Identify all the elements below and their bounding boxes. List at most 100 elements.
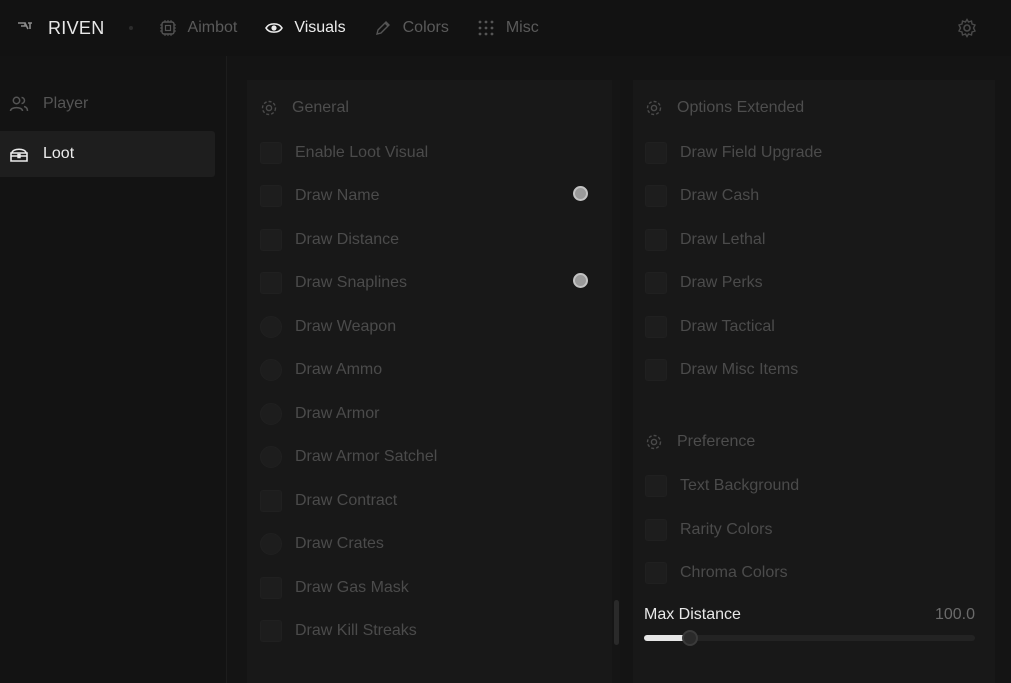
option-label: Draw Name [295, 187, 380, 204]
option-label: Draw Lethal [680, 231, 766, 248]
option-label: Draw Tactical [680, 318, 775, 335]
option-label: Chroma Colors [680, 564, 788, 581]
gear-icon [646, 100, 662, 116]
option-label: Draw Distance [295, 231, 400, 248]
option-label: Draw Ammo [295, 361, 383, 378]
slider-thumb[interactable] [682, 630, 698, 646]
option-draw-perks[interactable]: Draw Perks [645, 271, 763, 295]
option-label: Text Background [680, 477, 800, 494]
checkbox[interactable] [260, 490, 282, 512]
option-label: Draw Armor Satchel [295, 448, 438, 465]
section-options-extended-header: Options Extended [645, 99, 804, 117]
app-window: RIVEN Aimbot Visuals Colors Misc Player … [0, 0, 1011, 683]
option-label: Draw Field Upgrade [680, 144, 823, 161]
option-label: Enable Loot Visual [295, 144, 429, 161]
tab-misc-label: Misc [505, 19, 539, 36]
checkbox[interactable] [260, 229, 282, 251]
option-draw-name[interactable]: Draw Name [260, 184, 379, 208]
option-draw-contract[interactable]: Draw Contract [260, 489, 397, 513]
tab-aimbot[interactable]: Aimbot [159, 19, 238, 37]
chip-icon [159, 20, 176, 36]
option-draw-tactical[interactable]: Draw Tactical [645, 315, 775, 339]
option-text-background[interactable]: Text Background [645, 474, 799, 498]
loot-chest-icon [10, 148, 28, 162]
sidebar-item-player[interactable]: Player [0, 81, 215, 127]
checkbox[interactable] [260, 272, 282, 294]
general-scrollbar-thumb[interactable] [614, 600, 619, 645]
sidebar-item-loot[interactable]: Loot [0, 131, 215, 177]
top-bar: RIVEN Aimbot Visuals Colors Misc [0, 0, 1011, 56]
tab-colors-label: Colors [402, 19, 449, 36]
eye-icon [265, 23, 284, 33]
section-general-title: General [292, 99, 349, 116]
riven-logo-icon [18, 22, 32, 30]
option-draw-weapon[interactable]: Draw Weapon [260, 315, 396, 339]
option-label: Draw Gas Mask [295, 579, 409, 596]
checkbox[interactable] [645, 185, 667, 207]
brand: RIVEN [16, 18, 133, 39]
tab-misc[interactable]: Misc [477, 19, 539, 37]
option-draw-lethal[interactable]: Draw Lethal [645, 228, 765, 252]
tab-visuals-label: Visuals [294, 19, 346, 36]
section-general-header: General [260, 99, 349, 117]
option-draw-crates[interactable]: Draw Crates [260, 532, 384, 556]
checkbox[interactable] [645, 475, 667, 497]
option-draw-field-upgrade[interactable]: Draw Field Upgrade [645, 141, 822, 165]
checkbox[interactable] [645, 229, 667, 251]
brand-separator [128, 26, 133, 30]
checkbox[interactable] [645, 272, 667, 294]
users-icon [9, 96, 29, 112]
option-label: Draw Crates [295, 535, 384, 552]
option-draw-armor[interactable]: Draw Armor [260, 402, 379, 426]
settings-gear-icon[interactable] [957, 18, 977, 38]
option-label: Rarity Colors [680, 521, 773, 538]
option-draw-misc-items[interactable]: Draw Misc Items [645, 358, 798, 382]
checkbox[interactable] [645, 519, 667, 541]
checkbox[interactable] [645, 142, 667, 164]
option-draw-kill-streaks[interactable]: Draw Kill Streaks [260, 619, 417, 643]
main-tabs: Aimbot Visuals Colors Misc [159, 19, 567, 37]
sidebar: Player Loot [0, 56, 227, 683]
checkbox[interactable] [645, 562, 667, 584]
max-distance-label: Max Distance [644, 606, 741, 623]
tab-visuals[interactable]: Visuals [265, 19, 346, 37]
checkbox[interactable] [260, 316, 282, 338]
checkbox[interactable] [260, 446, 282, 468]
tab-colors[interactable]: Colors [374, 19, 449, 37]
gear-icon [646, 434, 662, 450]
option-draw-ammo[interactable]: Draw Ammo [260, 358, 382, 382]
sidebar-item-player-label: Player [43, 95, 89, 112]
draw-name-color-dot[interactable] [573, 186, 588, 201]
checkbox[interactable] [260, 403, 282, 425]
option-draw-cash[interactable]: Draw Cash [645, 184, 759, 208]
section-preference-header: Preference [645, 433, 755, 451]
option-draw-snaplines[interactable]: Draw Snaplines [260, 271, 407, 295]
brand-name: RIVEN [48, 17, 105, 38]
max-distance-slider[interactable] [644, 630, 975, 646]
checkbox[interactable] [260, 359, 282, 381]
checkbox[interactable] [260, 533, 282, 555]
option-enable-loot-visual[interactable]: Enable Loot Visual [260, 141, 428, 165]
tab-aimbot-label: Aimbot [187, 19, 238, 36]
checkbox[interactable] [260, 577, 282, 599]
sidebar-item-loot-label: Loot [43, 145, 75, 162]
option-draw-armor-satchel[interactable]: Draw Armor Satchel [260, 445, 437, 469]
option-rarity-colors[interactable]: Rarity Colors [645, 518, 772, 542]
draw-snaplines-color-dot[interactable] [573, 273, 588, 288]
option-label: Draw Armor [295, 405, 380, 422]
checkbox[interactable] [260, 620, 282, 642]
checkbox[interactable] [645, 359, 667, 381]
option-draw-gas-mask[interactable]: Draw Gas Mask [260, 576, 409, 600]
option-label: Draw Weapon [295, 318, 397, 335]
option-chroma-colors[interactable]: Chroma Colors [645, 561, 788, 585]
option-draw-distance[interactable]: Draw Distance [260, 228, 399, 252]
max-distance-value: 100.0 [934, 606, 975, 623]
checkbox[interactable] [260, 142, 282, 164]
checkbox[interactable] [260, 185, 282, 207]
checkbox[interactable] [645, 316, 667, 338]
option-label: Draw Cash [680, 187, 760, 204]
general-scrollbar-track[interactable] [612, 80, 620, 683]
gear-icon [261, 100, 277, 116]
option-label: Draw Contract [295, 492, 398, 509]
section-preference-title: Preference [677, 433, 756, 450]
